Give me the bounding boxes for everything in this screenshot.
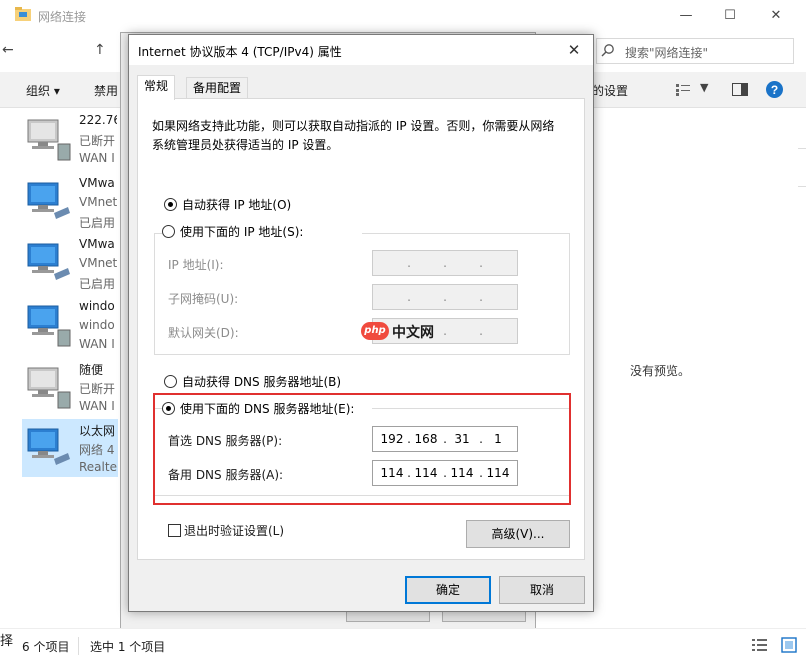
connection-name: 222.76	[79, 113, 117, 127]
tab-general[interactable]: 常规	[137, 75, 176, 100]
network-adapter-icon	[27, 182, 70, 219]
watermark-badge: php	[361, 322, 389, 340]
search-icon	[601, 44, 614, 57]
connection-name: VMwa	[79, 237, 115, 251]
status-bar: 6 个项目 选中 1 个项目	[0, 628, 806, 663]
network-adapter-icon	[27, 367, 71, 409]
connection-list: 222.76 已断开 WAN I VMwa VMnet 已启用 VMwa VMn…	[0, 108, 120, 628]
svg-text:?: ?	[771, 83, 778, 97]
connection-device: WAN I	[79, 337, 115, 351]
explorer-title: 网络连接	[38, 10, 87, 24]
connection-item[interactable]: 随便 已断开 WAN I	[22, 358, 118, 416]
connection-device: WAN I	[79, 151, 115, 165]
ok-button[interactable]: 确定	[405, 576, 491, 604]
connection-item-selected[interactable]: 以太网 网络 4 Realte	[22, 419, 118, 477]
dialog-description: 如果网络支持此功能，则可以获取自动指派的 IP 设置。否则，你需要从网络系统管理…	[152, 119, 555, 152]
search-placeholder: 搜索"网络连接"	[625, 46, 709, 60]
back-arrow-icon[interactable]: ←	[2, 42, 14, 58]
up-arrow-icon[interactable]: ↑	[94, 42, 106, 58]
connection-status: 网络 4	[79, 443, 115, 457]
ip-address-label: IP 地址(I):	[168, 258, 224, 272]
auto-ip-label: 自动获得 IP 地址(O)	[182, 198, 292, 212]
subnet-mask-field[interactable]: . . .	[372, 284, 518, 310]
ip-separator: .	[479, 256, 483, 270]
ip-separator: .	[443, 256, 447, 270]
connection-device: 已启用	[79, 277, 116, 291]
divider	[798, 186, 806, 187]
ip-separator: .	[443, 290, 447, 304]
maximize-icon[interactable]: ☐	[720, 6, 740, 26]
connection-device: 已启用	[79, 216, 116, 230]
site-watermark: php 中文网	[361, 321, 457, 341]
settings-command[interactable]: 的设置	[592, 82, 628, 99]
tab-alternate-config[interactable]: 备用配置	[186, 77, 249, 99]
explorer-titlebar: 网络连接 — ☐ ✕	[0, 0, 806, 32]
connection-item[interactable]: windo windo WAN I	[22, 296, 118, 354]
watermark-text: 中文网	[392, 325, 434, 341]
validate-on-exit-label: 退出时验证设置(L)	[184, 524, 285, 538]
ethernet-adapter-icon	[27, 428, 70, 465]
checkbox-box	[168, 524, 181, 537]
status-divider	[78, 637, 79, 655]
connection-item[interactable]: 222.76 已断开 WAN I	[22, 110, 118, 168]
details-column-edge	[798, 108, 806, 628]
minimize-icon[interactable]: —	[676, 6, 696, 26]
connection-name: 随便	[79, 363, 104, 377]
ip-separator: .	[407, 290, 411, 304]
radio-indicator	[164, 375, 177, 388]
dialog-title: Internet 协议版本 4 (TCP/IPv4) 属性	[138, 45, 342, 59]
auto-dns-label: 自动获得 DNS 服务器地址(B)	[182, 375, 342, 389]
connection-status: 已断开	[79, 382, 116, 396]
dialog-titlebar: Internet 协议版本 4 (TCP/IPv4) 属性 ✕	[129, 35, 593, 65]
divider	[798, 148, 806, 149]
view-options-icon[interactable]	[676, 84, 690, 96]
dns-highlight-box	[153, 393, 571, 505]
default-gateway-label: 默认网关(D):	[168, 326, 239, 340]
search-box[interactable]: 搜索"网络连接"	[596, 38, 794, 64]
disable-command[interactable]: 禁用	[94, 82, 118, 99]
selection-count: 选中 1 个项目	[90, 640, 166, 654]
tab-strip: 常规 备用配置	[137, 75, 585, 100]
radio-selected-indicator	[164, 198, 177, 211]
connection-name: windo	[79, 299, 115, 313]
connection-name: 以太网	[79, 424, 116, 438]
connection-status: 已断开	[79, 134, 116, 148]
connection-status: VMnet	[79, 256, 117, 270]
advanced-button[interactable]: 高级(V)...	[466, 520, 570, 548]
preview-pane-icon[interactable]	[732, 83, 748, 96]
connection-device: WAN I	[79, 399, 115, 413]
cancel-button[interactable]: 取消	[499, 576, 585, 604]
sidebar-edge-text: 择	[0, 634, 14, 649]
ip-separator: .	[479, 324, 483, 338]
connection-item[interactable]: VMwa VMnet 已启用	[22, 173, 118, 231]
subnet-mask-label: 子网掩码(U):	[168, 292, 239, 306]
connection-status: VMnet	[79, 195, 117, 209]
ip-address-field[interactable]: . . .	[372, 250, 518, 276]
view-dropdown-icon[interactable]: ▼	[700, 81, 708, 94]
radio-indicator	[162, 225, 175, 238]
connection-name: VMwa	[79, 176, 115, 190]
manual-ip-label: 使用下面的 IP 地址(S):	[180, 225, 304, 239]
connection-item[interactable]: VMwa VMnet 已启用	[22, 234, 118, 292]
network-adapter-icon	[27, 119, 71, 161]
network-adapter-icon	[27, 305, 71, 347]
ipv4-properties-dialog: Internet 协议版本 4 (TCP/IPv4) 属性 ✕ 常规 备用配置 …	[128, 34, 594, 612]
dialog-close-icon[interactable]: ✕	[561, 38, 587, 62]
manual-ip-radio[interactable]: 使用下面的 IP 地址(S):	[162, 223, 362, 239]
connection-status: windo	[79, 318, 115, 332]
close-icon[interactable]: ✕	[766, 6, 786, 26]
ip-separator: .	[479, 290, 483, 304]
network-adapter-icon	[27, 243, 70, 280]
item-count: 6 个项目	[22, 640, 70, 654]
help-icon[interactable]: ?	[766, 81, 783, 98]
ip-separator: .	[407, 256, 411, 270]
preview-message: 没有预览。	[630, 364, 691, 378]
view-mode-icons[interactable]	[752, 637, 798, 653]
organize-menu[interactable]: 组织 ▾	[26, 82, 60, 99]
connection-device: Realte	[79, 460, 117, 474]
network-folder-icon	[15, 7, 31, 21]
